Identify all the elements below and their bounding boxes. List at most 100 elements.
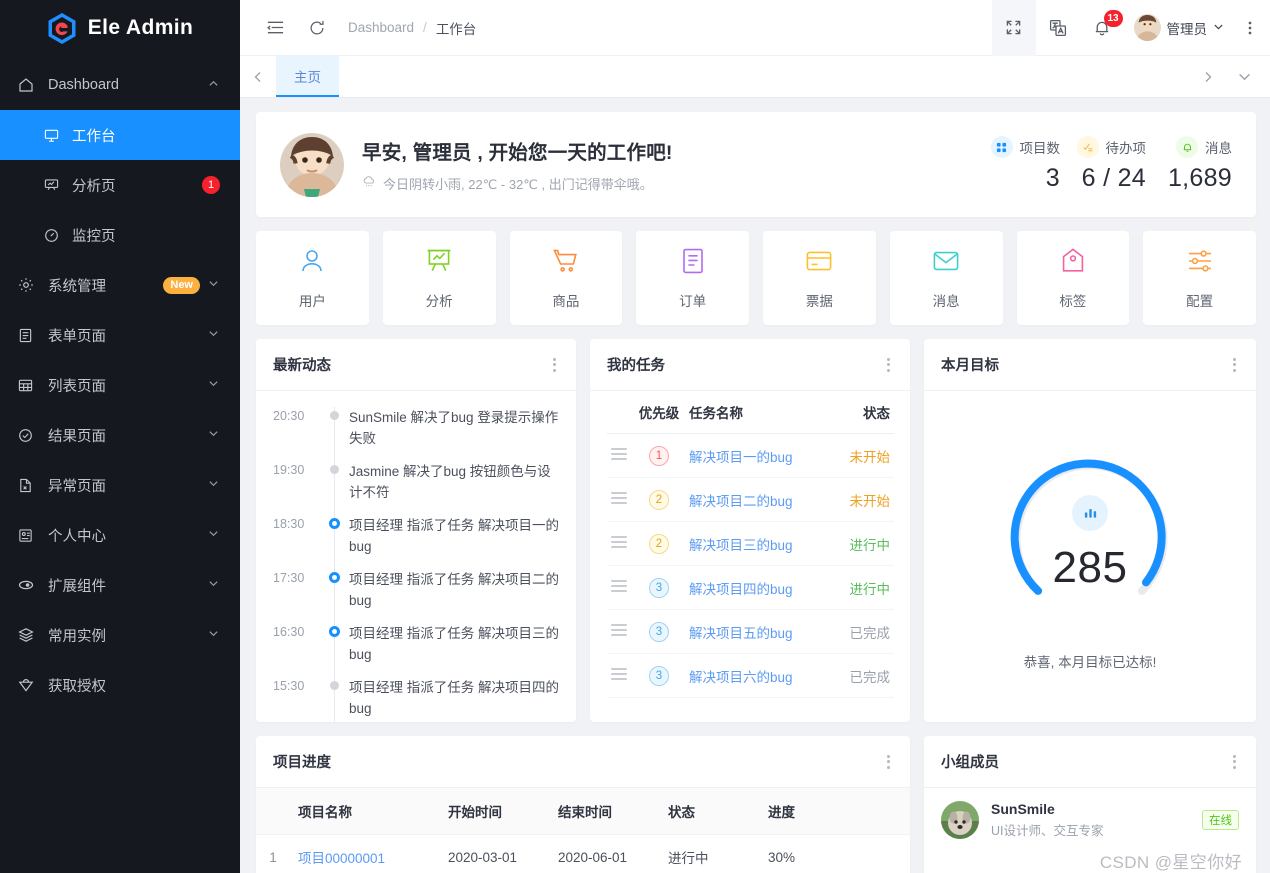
table-row[interactable]: 3 解决项目四的bug 进行中 <box>607 565 894 610</box>
shortcut-products[interactable]: 商品 <box>509 231 623 325</box>
sidebar-item-dashboard[interactable]: Dashboard <box>0 60 240 110</box>
translate-icon[interactable] <box>1036 0 1080 56</box>
table-icon <box>18 378 40 393</box>
project-link[interactable]: 项目00000001 <box>298 851 385 866</box>
sidebar-item-workbench[interactable]: 工作台 <box>0 110 240 160</box>
drag-handle-icon[interactable] <box>607 433 633 478</box>
sidebar-item-label: 扩展组件 <box>48 578 106 595</box>
timeline-rail <box>319 461 349 517</box>
drag-handle-icon[interactable] <box>607 653 633 698</box>
stat-label: 项目数 <box>1019 141 1061 156</box>
gauge-svg <box>1010 459 1168 595</box>
breadcrumb-root[interactable]: Dashboard <box>348 20 414 35</box>
dashboard-content: 早安, 管理员 , 开始您一天的工作吧! 今日阴转小雨, 22℃ - 32℃ ,… <box>240 98 1270 873</box>
refresh-icon[interactable] <box>300 11 334 45</box>
drag-handle-icon[interactable] <box>607 609 633 654</box>
timeline-rail <box>319 569 349 625</box>
more-vertical-icon[interactable] <box>1229 748 1240 775</box>
id-card-icon <box>18 528 40 543</box>
table-row[interactable]: 1 解决项目一的bug 未开始 <box>607 433 894 478</box>
shortcut-label: 标签 <box>1059 293 1087 309</box>
shortcut-analysis[interactable]: 分析 <box>382 231 496 325</box>
main-area: Dashboard / 工作台 13 管理员 主页 早安, 管理员 , 开始您一… <box>240 0 1270 873</box>
sidebar-item-analysis[interactable]: 分析页 1 <box>0 160 240 210</box>
sidebar-item-get-license[interactable]: 获取授权 <box>0 660 240 710</box>
col-progress: 进度 <box>760 788 910 835</box>
chevron-down-icon[interactable] <box>1226 56 1262 97</box>
timeline-rail <box>319 515 349 571</box>
fullscreen-icon[interactable] <box>991 0 1036 56</box>
tasks-table-body: 1 解决项目一的bug 未开始 2 解决项目二的bug 未开始 2 解决项目三的… <box>607 433 894 698</box>
shortcut-settings[interactable]: 配置 <box>1143 231 1256 325</box>
priority-badge: 1 <box>649 445 669 466</box>
activity-timeline: 20:30 SunSmile 解决了bug 登录提示操作失败 19:30 Jas… <box>256 391 576 722</box>
user-icon <box>298 247 326 280</box>
more-vertical-icon[interactable] <box>1230 0 1270 56</box>
sidebar-item-profile-center[interactable]: 个人中心 <box>0 510 240 560</box>
sliders-icon <box>1186 247 1214 280</box>
stat-todo: 待办项 6 / 24 <box>1060 136 1146 193</box>
drag-handle-icon[interactable] <box>607 521 633 566</box>
more-vertical-icon[interactable] <box>1229 351 1240 378</box>
task-link[interactable]: 解决项目五的bug <box>689 626 793 641</box>
stat-header: 待办项 <box>1072 136 1146 158</box>
sidebar-item-exception-pages[interactable]: 异常页面 <box>0 460 240 510</box>
col-end-time: 结束时间 <box>550 788 660 835</box>
shortcut-messages[interactable]: 消息 <box>889 231 1003 325</box>
shortcut-bills[interactable]: 票据 <box>763 231 876 325</box>
list-item[interactable]: SunSmile UI设计师、交互专家 在线 <box>924 788 1256 852</box>
more-vertical-icon[interactable] <box>883 351 894 378</box>
table-row[interactable]: 2 解决项目三的bug 进行中 <box>607 521 894 566</box>
sidebar-item-form-pages[interactable]: 表单页面 <box>0 310 240 360</box>
welcome-stats: 项目数 3 待办项 6 / 24 消息 1,689 <box>974 136 1232 193</box>
tasks-card: 我的任务 优先级 任务名称 状态 1 解决项目一的bug 未开始 2 解决项目二… <box>590 339 910 722</box>
bell-icon[interactable]: 13 <box>1080 0 1124 56</box>
sidebar-item-monitor[interactable]: 监控页 <box>0 210 240 260</box>
status-badge: 进行中 <box>832 521 894 566</box>
task-link[interactable]: 解决项目六的bug <box>689 670 793 685</box>
chevron-down-icon <box>208 277 220 293</box>
sidebar-item-result-pages[interactable]: 结果页面 <box>0 410 240 460</box>
task-link[interactable]: 解决项目三的bug <box>689 538 793 553</box>
chevron-right-icon[interactable] <box>1190 56 1226 97</box>
priority-badge: 3 <box>649 577 669 598</box>
table-row[interactable]: 2 解决项目二的bug 未开始 <box>607 477 894 522</box>
dashboard-row-middle: 最新动态 20:30 SunSmile 解决了bug 登录提示操作失败 19:3… <box>256 339 1256 722</box>
chevron-left-icon[interactable] <box>240 56 276 97</box>
project-progress-value: 30% <box>760 834 910 873</box>
collapse-menu-icon[interactable] <box>258 11 292 45</box>
table-row[interactable]: 1 项目00000001 2020-03-01 2020-06-01 进行中 3… <box>256 834 910 873</box>
task-name-cell: 解决项目五的bug <box>685 609 832 654</box>
shortcut-tags[interactable]: 标签 <box>1016 231 1130 325</box>
presentation-chart-icon <box>425 247 453 280</box>
brand-logo[interactable]: Ele Admin <box>0 0 240 56</box>
task-link[interactable]: 解决项目一的bug <box>689 450 793 465</box>
sidebar-item-extensions[interactable]: 扩展组件 <box>0 560 240 610</box>
shield-heart-icon <box>18 677 40 693</box>
status-badge: 进行中 <box>832 565 894 610</box>
gauge-icon <box>44 228 64 243</box>
table-row[interactable]: 3 解决项目五的bug 已完成 <box>607 609 894 654</box>
card-title: 本月目标 <box>941 358 999 374</box>
drag-handle-icon[interactable] <box>607 565 633 610</box>
shortcut-orders[interactable]: 订单 <box>636 231 749 325</box>
user-menu[interactable]: 管理员 <box>1124 14 1231 41</box>
tab-home[interactable]: 主页 <box>276 56 339 97</box>
breadcrumb: Dashboard / 工作台 <box>348 18 476 38</box>
timeline-rail <box>319 677 349 722</box>
task-name-cell: 解决项目一的bug <box>685 433 832 478</box>
table-row[interactable]: 3 解决项目六的bug 已完成 <box>607 653 894 698</box>
more-vertical-icon[interactable] <box>549 351 560 378</box>
drag-handle-icon[interactable] <box>607 477 633 522</box>
priority-cell: 3 <box>633 609 685 654</box>
more-vertical-icon[interactable] <box>883 748 894 775</box>
task-link[interactable]: 解决项目四的bug <box>689 582 793 597</box>
task-link[interactable]: 解决项目二的bug <box>689 494 793 509</box>
sidebar-item-label: 列表页面 <box>48 378 106 395</box>
sidebar-item-list-pages[interactable]: 列表页面 <box>0 360 240 410</box>
card-title: 最新动态 <box>273 358 331 374</box>
timeline-text: 项目经理 指派了任务 解决项目三的bug <box>349 626 560 662</box>
shortcut-users[interactable]: 用户 <box>256 231 369 325</box>
sidebar-item-common-examples[interactable]: 常用实例 <box>0 610 240 660</box>
sidebar-item-system[interactable]: 系统管理 New <box>0 260 240 310</box>
